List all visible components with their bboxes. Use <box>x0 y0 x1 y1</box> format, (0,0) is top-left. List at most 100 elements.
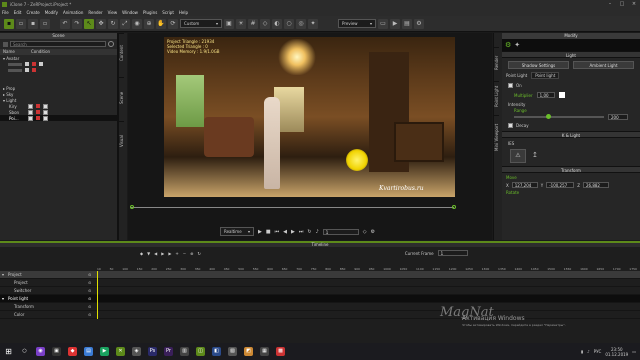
tab-content[interactable]: Content <box>119 33 124 73</box>
taskbar-app-icon[interactable]: ◉ <box>36 347 45 356</box>
track-point-light-header[interactable]: ▾ Point light ⊙ <box>0 295 640 303</box>
camera-icon[interactable]: ◉ <box>132 18 142 29</box>
open-folder-icon[interactable]: ▫ <box>16 18 26 29</box>
last-frame-icon[interactable]: ⏭ <box>299 229 304 235</box>
menu-animation[interactable]: Animation <box>63 10 83 15</box>
multiplier-input[interactable]: 1,00 <box>536 92 555 98</box>
play-icon[interactable]: ▶ <box>161 251 164 256</box>
move-x-input[interactable]: 127,204 <box>511 182 538 188</box>
playhead[interactable] <box>97 271 98 319</box>
range-slider[interactable] <box>514 114 604 119</box>
taskbar-iclone-icon[interactable]: ✕ <box>116 347 125 356</box>
modify-light-icon[interactable]: ⚙ <box>505 41 511 49</box>
settings-icon[interactable]: ⚙ <box>414 18 424 29</box>
video-icon[interactable]: ▶ <box>390 18 400 29</box>
light-on-checkbox[interactable] <box>508 83 513 88</box>
menu-create[interactable]: Create <box>26 10 39 15</box>
track-toggle[interactable]: ⊙ <box>88 304 91 309</box>
tab-point-light[interactable]: Point Light <box>494 81 499 111</box>
menu-window[interactable]: Window <box>122 10 138 15</box>
light-section-header[interactable]: Light <box>502 51 640 58</box>
search-options-icon[interactable] <box>108 41 114 47</box>
column-condition[interactable]: Condition <box>31 49 50 55</box>
light-icon[interactable]: ☀ <box>236 18 246 29</box>
filter-icon[interactable]: ▼ <box>147 251 150 256</box>
track-toggle[interactable]: ⊙ <box>88 272 91 277</box>
taskbar-app-icon[interactable]: ▩ <box>276 347 285 356</box>
ies-warning-icon[interactable]: ⚠ <box>510 149 526 163</box>
tree-item-point-light[interactable]: Poi... <box>0 115 117 121</box>
language-indicator[interactable]: РУС <box>594 349 602 354</box>
view-dropdown[interactable]: Custom ▾ <box>180 19 222 28</box>
menu-plugins[interactable]: Plugins <box>143 10 157 15</box>
move-y-input[interactable]: -100,257 <box>546 182 575 188</box>
network-icon[interactable]: ▮ <box>581 349 583 354</box>
menu-modify[interactable]: Modify <box>45 10 58 15</box>
zoom-icon[interactable]: ⊕ <box>144 18 154 29</box>
avatar-figure[interactable] <box>264 97 280 189</box>
delete-key-icon[interactable]: − <box>183 251 186 256</box>
grid-icon[interactable]: # <box>248 18 258 29</box>
taskbar-app-icon[interactable]: ▦ <box>260 347 269 356</box>
key-icon[interactable]: ◆ <box>140 251 143 256</box>
fx-icon[interactable]: ✦ <box>308 18 318 29</box>
fit-icon[interactable]: ◇ <box>363 229 367 235</box>
menu-render[interactable]: Render <box>88 10 102 15</box>
taskbar-app-icon[interactable]: ◆ <box>68 347 77 356</box>
orbit-icon[interactable]: ⟳ <box>168 18 178 29</box>
clock[interactable]: 23:50 01.12.2019 <box>605 347 628 357</box>
wire-icon[interactable]: ◇ <box>260 18 270 29</box>
minimize-button[interactable]: – <box>604 1 616 7</box>
ambient-light-button[interactable]: Ambient Light <box>573 61 634 69</box>
visible-checkbox[interactable] <box>43 109 48 115</box>
tab-scene[interactable]: Scene <box>119 77 124 117</box>
select-icon[interactable]: ↖ <box>84 18 94 29</box>
scene-render[interactable]: Project Triangle : 21934 Selected Triang… <box>164 37 455 197</box>
taskbar-app-icon[interactable]: ▶ <box>100 347 109 356</box>
tab-mini-viewport[interactable]: Mini Viewport <box>494 115 499 159</box>
save-icon[interactable]: ▪ <box>28 18 38 29</box>
first-frame-icon[interactable]: ⏮ <box>275 229 280 235</box>
lock-icon[interactable] <box>36 110 40 114</box>
track-transform[interactable]: Transform ⊙ <box>0 303 640 311</box>
scrubber-end-handle[interactable] <box>452 205 456 209</box>
sound-icon[interactable]: ♪ <box>316 229 319 235</box>
timeline-ruler[interactable]: 10 50 100 150 200 250 300 350 400 450 500 550 600 650… <box>0 259 640 271</box>
track-switcher[interactable]: Switcher ⊙ <box>0 287 640 295</box>
tab-render[interactable]: Render <box>494 47 499 77</box>
visible-checkbox[interactable] <box>43 115 48 121</box>
ao-icon[interactable]: ○ <box>284 18 294 29</box>
track-project[interactable]: Project ⊙ <box>0 279 640 287</box>
stop-icon[interactable]: ■ <box>266 229 271 235</box>
redo-icon[interactable]: ↷ <box>72 18 82 29</box>
transform-section-header[interactable]: Transform <box>502 166 640 173</box>
track-toggle[interactable]: ⊙ <box>88 312 91 317</box>
filter-icon[interactable] <box>3 41 8 47</box>
add-key-icon[interactable]: + <box>175 251 178 256</box>
light-color-swatch[interactable] <box>558 92 565 98</box>
menu-file[interactable]: File <box>2 10 9 15</box>
scale-icon[interactable]: ⤢ <box>120 18 130 29</box>
pan-icon[interactable]: ✋ <box>156 18 166 29</box>
ies-load-icon[interactable]: ↥ <box>532 149 544 163</box>
close-button[interactable]: × <box>628 1 640 7</box>
rotate-icon[interactable]: ↻ <box>108 18 118 29</box>
new-project-icon[interactable]: ▪ <box>4 18 14 29</box>
track-toggle[interactable]: ⊙ <box>88 288 91 293</box>
taskbar-app-icon[interactable]: ▧ <box>228 347 237 356</box>
taskbar-app-icon[interactable]: ◧ <box>212 347 221 356</box>
taskbar-app-icon[interactable]: ◫ <box>196 347 205 356</box>
tab-visual[interactable]: Visual <box>119 121 124 161</box>
column-name[interactable]: Name <box>3 49 31 55</box>
playback-mode-dropdown[interactable]: Realtime ▾ <box>220 227 254 236</box>
scrubber-start-handle[interactable] <box>130 205 134 209</box>
loop-icon[interactable]: ↻ <box>307 229 311 235</box>
taskbar-app-icon[interactable]: Pr <box>164 347 173 356</box>
move-z-input[interactable]: 26,882 <box>582 182 609 188</box>
preview-dropdown[interactable]: Preview ▾ <box>338 19 376 28</box>
volume-icon[interactable]: ♪ <box>587 349 590 354</box>
light-name-field[interactable]: Point light <box>531 72 560 79</box>
prev-key-icon[interactable]: ◀ <box>154 251 157 256</box>
track-toggle[interactable]: ⊙ <box>88 296 91 301</box>
maximize-button[interactable]: □ <box>616 1 628 7</box>
